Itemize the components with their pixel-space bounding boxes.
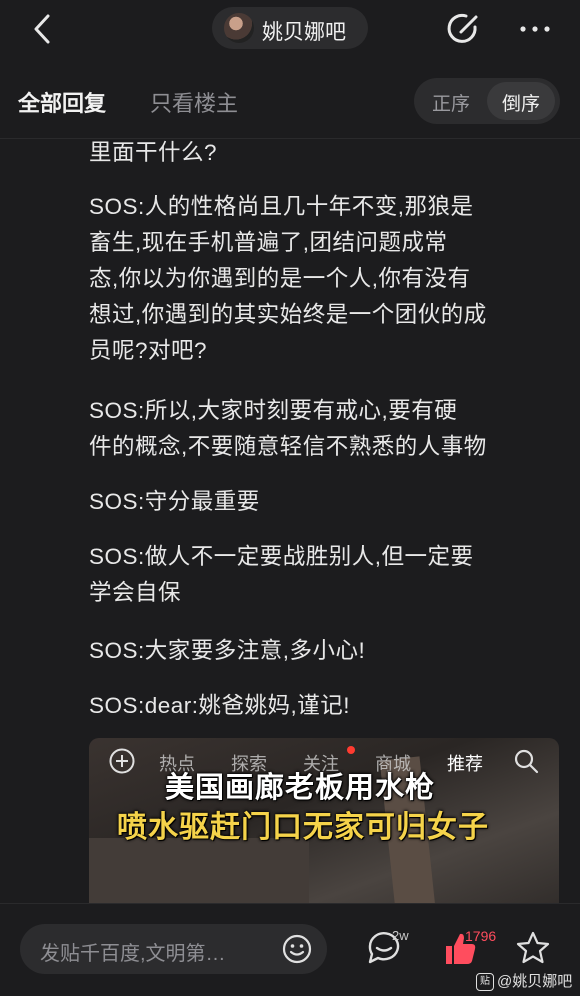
video-background-shape (89, 838, 309, 903)
video-nav-item: 推荐 (447, 754, 483, 774)
watermark-text: @姚贝娜吧 (497, 973, 573, 990)
text-line: 里面干什么? (89, 140, 218, 165)
post-paragraph: SOS:大家要多注意,多小心! (89, 633, 549, 669)
comment-count: 2w (392, 928, 409, 943)
text-line: SOS:所以,大家时刻要有戒心,要有硬 (89, 398, 458, 423)
text-line: 件的概念,不要随意轻信不熟悉的人事物 (89, 434, 487, 459)
text-line: SOS:dear:姚爸姚妈,谨记! (89, 693, 351, 718)
text-line: SOS:人的性格尚且几十年不变,那狼是 (89, 194, 474, 219)
back-icon[interactable] (28, 12, 58, 46)
forum-name: 姚贝娜吧 (262, 21, 346, 44)
post-paragraph: 里面干什么? (89, 138, 549, 171)
emoji-icon[interactable] (282, 934, 312, 964)
forum-title-button[interactable]: 姚贝娜吧 (212, 7, 368, 49)
tieba-logo-icon: 贴 (476, 973, 494, 992)
post-paragraph: SOS:守分最重要 (89, 484, 549, 520)
post-paragraph: SOS:做人不一定要战胜别人,但一定要 学会自保 (89, 539, 549, 611)
text-line: SOS:守分最重要 (89, 489, 260, 514)
text-line: SOS:大家要多注意,多小心! (89, 638, 366, 663)
text-line: 畜生,现在手机普遍了,团结问题成常 (89, 230, 448, 255)
forum-avatar (224, 13, 254, 43)
star-icon[interactable] (515, 930, 551, 966)
post-paragraph: SOS:dear:姚爸姚妈,谨记! (89, 688, 549, 724)
order-asc-button[interactable]: 正序 (432, 89, 470, 116)
watermark: 贴 @姚贝娜吧 (476, 970, 573, 992)
text-line: 学会自保 (89, 580, 182, 605)
text-line: SOS:做人不一定要战胜别人,但一定要 (89, 544, 474, 569)
sort-order-toggle: 正序 倒序 (414, 78, 560, 124)
notification-dot (347, 746, 355, 754)
embedded-video-image[interactable]: 热点 探索 关注 商城 推荐 美国画廊老板用水枪 喷水驱赶门口无家可归女子 (89, 738, 559, 903)
post-content: 里面干什么? SOS:人的性格尚且几十年不变,那狼是 畜生,现在手机普遍了,团结… (0, 138, 580, 903)
tab-only-op[interactable]: 只看楼主 (150, 86, 238, 118)
order-desc-label: 倒序 (502, 94, 541, 115)
reply-filter-bar: 全部回复 只看楼主 正序 倒序 (0, 62, 580, 139)
text-line: 员呢?对吧? (89, 338, 208, 363)
tab-all-replies[interactable]: 全部回复 (18, 86, 106, 118)
reply-input-placeholder: 发贴千百度,文明第… (40, 943, 226, 965)
plus-circle-icon (109, 748, 135, 774)
bottom-action-bar: 发贴千百度,文明第… 2w 1796 贴 @姚贝娜吧 (0, 903, 580, 996)
reply-input[interactable]: 发贴千百度,文明第… (20, 924, 327, 974)
post-paragraph: SOS:人的性格尚且几十年不变,那狼是 畜生,现在手机普遍了,团结问题成常 态,… (89, 189, 549, 369)
more-icon[interactable] (515, 14, 555, 44)
top-bar: 姚贝娜吧 (0, 0, 580, 60)
order-desc-button[interactable]: 倒序 (487, 82, 555, 120)
post-paragraph: SOS:所以,大家时刻要有戒心,要有硬 件的概念,不要随意轻信不熟悉的人事物 (89, 393, 549, 465)
edit-icon[interactable] (445, 10, 483, 48)
like-count: 1796 (465, 928, 497, 944)
text-line: 态,你以为你遇到的是一个人,你有没有 (89, 266, 471, 291)
video-caption-line2: 喷水驱赶门口无家可归女子 (117, 811, 489, 844)
search-icon (513, 748, 539, 774)
video-caption-line1: 美国画廊老板用水枪 (165, 772, 436, 804)
text-line: 想过,你遇到的其实始终是一个团伙的成 (89, 302, 487, 327)
